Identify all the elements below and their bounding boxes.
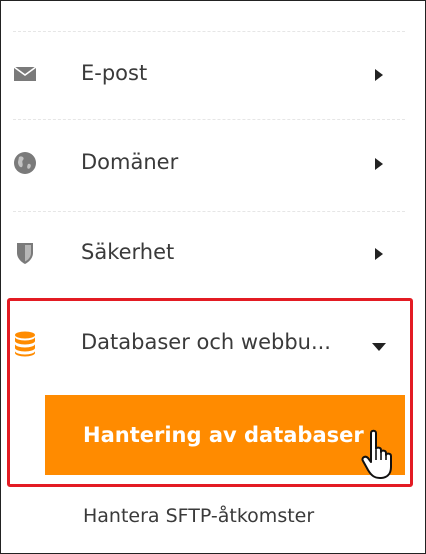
submenu-item-label: Hantering av databaser <box>83 423 364 447</box>
menu-item-security[interactable]: Säkerhet <box>1 223 425 283</box>
chevron-right-icon <box>373 246 385 260</box>
menu-item-databases[interactable]: Databaser och webbu... <box>1 313 425 373</box>
hand-cursor-icon <box>361 429 401 481</box>
submenu-item-sftp[interactable]: Hantera SFTP-åtkomster <box>83 505 314 527</box>
divider <box>13 119 405 120</box>
submenu-item-manage-databases[interactable]: Hantering av databaser <box>45 395 405 475</box>
shield-icon <box>13 241 37 265</box>
chevron-down-icon <box>371 337 387 351</box>
chevron-right-icon <box>373 67 385 81</box>
envelope-icon <box>13 62 37 86</box>
menu-item-label: Domäner <box>81 150 179 174</box>
menu-item-label: Databaser och webbu... <box>81 330 331 354</box>
divider <box>13 31 405 32</box>
divider <box>13 211 405 212</box>
navigation-panel: E-post Domäner Säkerhet Databaser och we… <box>0 0 426 554</box>
menu-item-email[interactable]: E-post <box>1 44 425 104</box>
database-icon <box>13 331 37 357</box>
menu-item-label: E-post <box>81 61 148 85</box>
menu-item-domains[interactable]: Domäner <box>1 133 425 193</box>
menu-item-label: Säkerhet <box>81 240 175 264</box>
chevron-right-icon <box>373 156 385 170</box>
globe-icon <box>13 151 37 175</box>
